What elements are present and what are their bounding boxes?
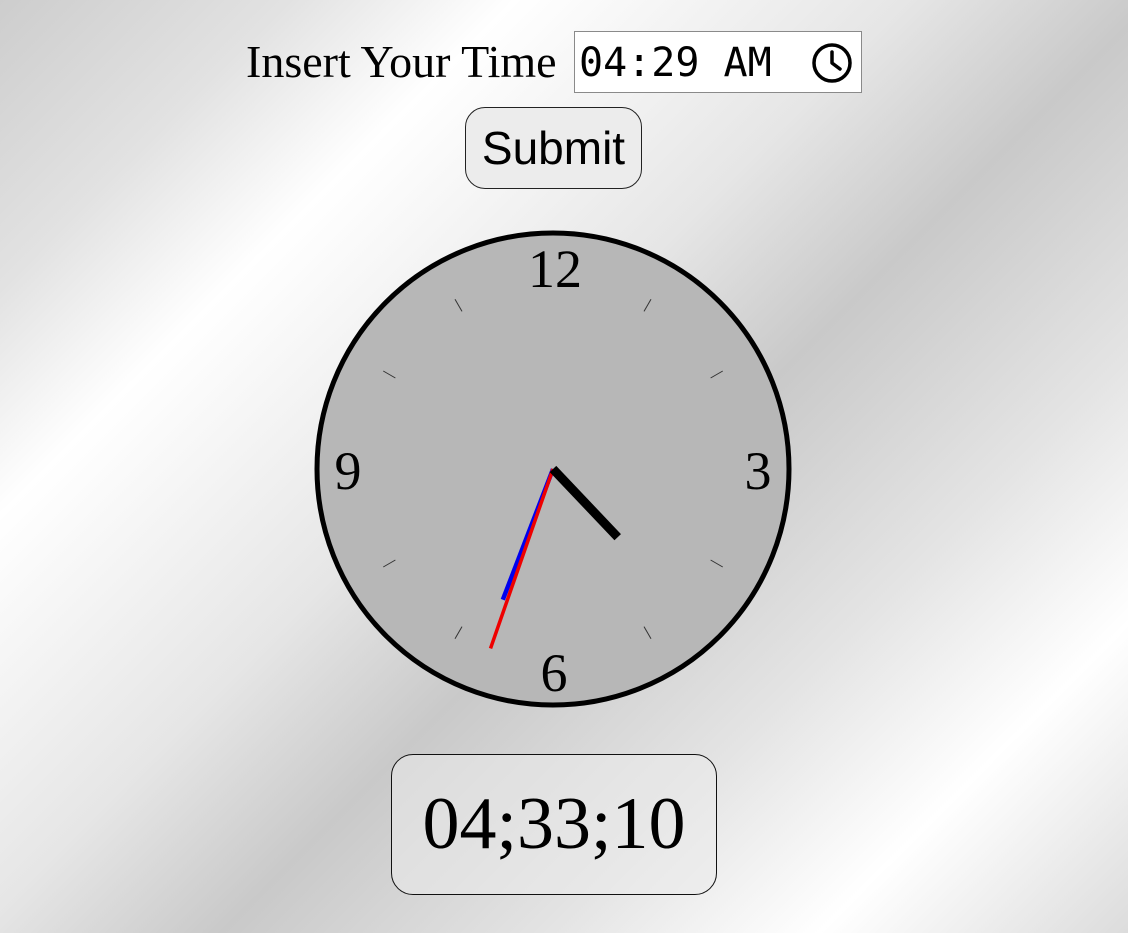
analog-clock-face: 12 3 6 9 bbox=[314, 230, 792, 708]
numeral-3: 3 bbox=[745, 441, 772, 501]
numeral-12: 12 bbox=[528, 239, 582, 299]
numeral-6: 6 bbox=[541, 643, 568, 703]
analog-clock: 12 3 6 9 bbox=[313, 229, 793, 709]
clock-icon[interactable] bbox=[809, 40, 855, 86]
time-input[interactable]: 04:29 AM bbox=[574, 31, 862, 93]
submit-button[interactable]: Submit bbox=[465, 107, 642, 189]
digital-time-display: 04;33;10 bbox=[391, 754, 717, 895]
time-input-value[interactable]: 04:29 AM bbox=[579, 40, 772, 86]
time-input-label: Insert Your Time bbox=[246, 36, 557, 87]
numeral-9: 9 bbox=[335, 441, 362, 501]
time-form: Insert Your Time 04:29 AM bbox=[0, 31, 1128, 93]
